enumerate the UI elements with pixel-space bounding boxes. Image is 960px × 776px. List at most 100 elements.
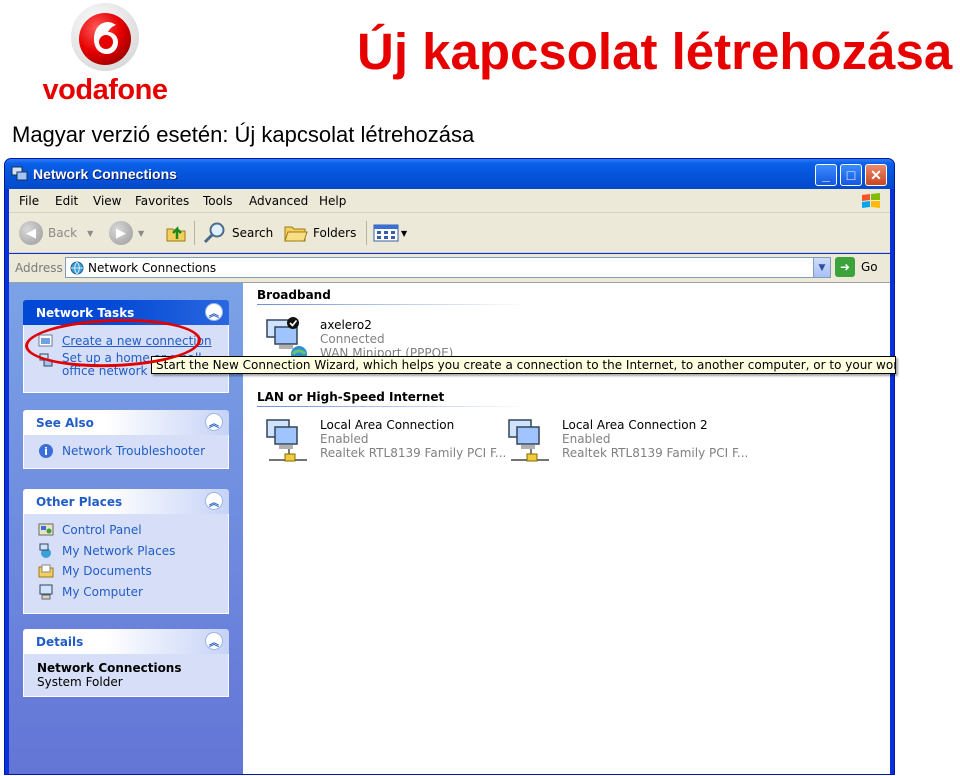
- control-panel-icon: [38, 523, 54, 536]
- my-documents-label: My Documents: [62, 564, 152, 579]
- connection-item[interactable]: Local Area Connection Enabled Realtek RT…: [263, 416, 506, 466]
- connection-device: Realtek RTL8139 Family PCI F...: [320, 446, 507, 460]
- close-icon: ✕: [870, 166, 882, 183]
- vodafone-logo: vodafone: [30, 2, 180, 106]
- connection-status: Enabled: [562, 432, 611, 446]
- address-dropdown-icon[interactable]: ▼: [813, 258, 830, 277]
- details-body: Network Connections System Folder: [23, 654, 229, 697]
- chevron-down-icon: ▼: [138, 228, 145, 238]
- group-header-lan: LAN or High-Speed Internet: [257, 390, 445, 404]
- search-icon: [203, 222, 225, 244]
- close-button[interactable]: ✕: [865, 164, 887, 186]
- computer-icon: [39, 584, 53, 600]
- other-places-panel: Other Places ︽ Control Panel My Network …: [23, 489, 229, 614]
- control-panel-link[interactable]: Control Panel: [24, 520, 228, 541]
- vodafone-speechmark-icon: [71, 3, 139, 71]
- documents-icon: [38, 564, 54, 578]
- details-header[interactable]: Details ︽: [23, 629, 229, 654]
- my-computer-label: My Computer: [62, 584, 143, 599]
- address-input[interactable]: Network Connections ▼: [65, 257, 831, 278]
- toolbar: ◀ Back ▼ ▶ ▼ Search Folders ▼: [9, 213, 890, 253]
- details-panel: Details ︽ Network Connections System Fol…: [23, 629, 229, 697]
- search-button[interactable]: Search: [202, 219, 273, 247]
- group-header-broadband: Broadband: [257, 288, 331, 302]
- menu-view[interactable]: View: [93, 194, 121, 208]
- menu-advanced[interactable]: Advanced: [249, 194, 308, 208]
- minimize-button[interactable]: _: [815, 164, 837, 186]
- connection-status: Enabled: [320, 432, 369, 446]
- up-folder-button[interactable]: [164, 219, 188, 247]
- forward-button[interactable]: ▶ ▼: [109, 219, 144, 247]
- my-computer-link[interactable]: My Computer: [24, 582, 228, 603]
- network-troubleshooter-label: Network Troubleshooter: [62, 444, 205, 459]
- connection-name: Local Area Connection: [320, 418, 455, 432]
- lan-connection-icon: [508, 419, 549, 462]
- up-folder-icon: [166, 225, 186, 242]
- chevron-down-icon: ▼: [87, 228, 94, 238]
- address-label: Address: [15, 261, 63, 275]
- views-button[interactable]: ▼: [373, 219, 407, 247]
- toolbar-separator: [366, 221, 367, 245]
- menu-favorites[interactable]: Favorites: [135, 194, 189, 208]
- svg-text:i: i: [44, 445, 48, 458]
- connection-name: axelero2: [320, 318, 372, 332]
- forward-arrow-icon: ▶: [109, 221, 133, 245]
- see-also-body: i Network Troubleshooter: [23, 435, 229, 469]
- details-type: System Folder: [37, 675, 123, 689]
- collapse-icon[interactable]: ︽: [205, 632, 223, 650]
- back-arrow-icon: ◀: [19, 221, 43, 245]
- slide-title: Új kapcsolat létrehozása: [357, 23, 953, 80]
- go-label: Go: [861, 260, 878, 274]
- my-documents-link[interactable]: My Documents: [24, 561, 228, 582]
- toolbar-separator: [194, 221, 195, 245]
- menu-help[interactable]: Help: [319, 194, 346, 208]
- windows-logo-icon: [862, 193, 880, 208]
- connection-status: Connected: [320, 332, 385, 346]
- window-title: Network Connections: [33, 166, 177, 182]
- other-places-body: Control Panel My Network Places My Docum…: [23, 514, 229, 614]
- lan-connection-icon: [266, 419, 307, 462]
- other-places-title: Other Places: [36, 495, 123, 509]
- connection-item[interactable]: Local Area Connection 2 Enabled Realtek …: [505, 416, 748, 466]
- menu-bar: File Edit View Favorites Tools Advanced …: [9, 189, 890, 213]
- maximize-button[interactable]: □: [840, 164, 862, 186]
- folders-button[interactable]: Folders: [283, 219, 356, 247]
- group-divider: [257, 304, 527, 305]
- network-connections-window: Network Connections _ □ ✕ File Edit View…: [4, 158, 895, 775]
- search-label: Search: [232, 226, 274, 240]
- slide-subtitle: Magyar verzió esetén: Új kapcsolat létre…: [12, 122, 475, 147]
- tooltip: Start the New Connection Wizard, which h…: [151, 356, 896, 374]
- address-value: Network Connections: [88, 261, 217, 275]
- folders-icon: [284, 226, 308, 242]
- maximize-icon: □: [846, 167, 856, 183]
- title-bar[interactable]: Network Connections _ □ ✕: [5, 159, 894, 189]
- network-places-icon: [39, 543, 51, 558]
- collapse-icon[interactable]: ︽: [205, 303, 223, 321]
- details-title: Details: [36, 635, 84, 649]
- go-button[interactable]: ➜ Go: [835, 257, 878, 277]
- see-also-panel: See Also ︽ i Network Troubleshooter: [23, 410, 229, 469]
- back-button[interactable]: ◀ Back ▼: [19, 219, 93, 247]
- group-divider: [257, 406, 527, 407]
- menu-tools[interactable]: Tools: [203, 194, 233, 208]
- connection-device: Realtek RTL8139 Family PCI F...: [562, 446, 749, 460]
- minimize-icon: _: [822, 167, 830, 183]
- views-icon: [373, 224, 399, 242]
- menu-edit[interactable]: Edit: [55, 194, 78, 208]
- collapse-icon[interactable]: ︽: [205, 413, 223, 431]
- see-also-header[interactable]: See Also ︽: [23, 410, 229, 435]
- connection-name: Local Area Connection 2: [562, 418, 708, 432]
- network-troubleshooter-link[interactable]: i Network Troubleshooter: [24, 441, 228, 462]
- go-arrow-icon: ➜: [835, 257, 855, 277]
- back-label: Back: [48, 226, 78, 240]
- control-panel-label: Control Panel: [62, 523, 142, 538]
- network-connections-icon: [70, 261, 84, 275]
- network-connections-icon: [11, 166, 28, 181]
- details-name: Network Connections: [37, 661, 182, 675]
- address-bar: Address Network Connections ▼ ➜ Go: [9, 254, 890, 282]
- see-also-title: See Also: [36, 416, 94, 430]
- menu-file[interactable]: File: [19, 194, 39, 208]
- collapse-icon[interactable]: ︽: [205, 492, 223, 510]
- other-places-header[interactable]: Other Places ︽: [23, 489, 229, 514]
- my-network-places-link[interactable]: My Network Places: [24, 541, 228, 562]
